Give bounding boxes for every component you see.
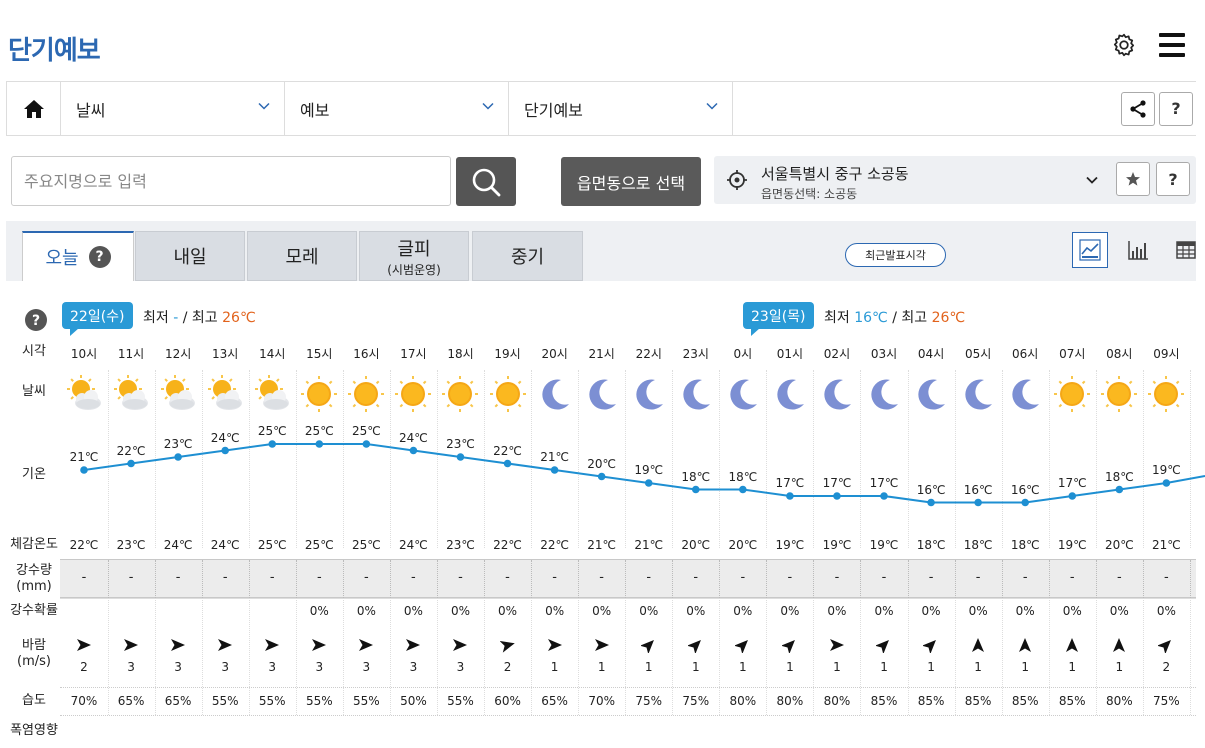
temperature-point <box>456 453 465 461</box>
temperature-point <box>221 446 229 455</box>
temperature-point <box>315 440 324 448</box>
temperature-point <box>597 472 606 481</box>
temperature-point <box>880 492 888 500</box>
temperature-point <box>927 498 935 507</box>
temperature-point <box>362 440 371 448</box>
temperature-point <box>739 485 747 494</box>
temperature-point <box>1115 485 1124 494</box>
temperature-chart <box>80 440 1205 507</box>
temperature-point <box>409 446 418 455</box>
temperature-point <box>1068 492 1077 500</box>
temperature-point <box>127 459 135 468</box>
temperature-point <box>268 440 277 448</box>
temperature-line <box>83 443 1205 504</box>
temperature-point <box>644 479 653 487</box>
temperature-point <box>503 459 512 468</box>
temperature-point <box>1162 479 1171 487</box>
temperature-point <box>80 466 88 474</box>
temperature-point <box>174 453 182 461</box>
temperature-point <box>786 492 794 500</box>
temperature-point <box>974 498 982 507</box>
temperature-point <box>691 485 700 494</box>
temperature-point <box>550 466 559 474</box>
temperature-point <box>833 492 841 500</box>
temperature-point <box>1021 498 1029 507</box>
